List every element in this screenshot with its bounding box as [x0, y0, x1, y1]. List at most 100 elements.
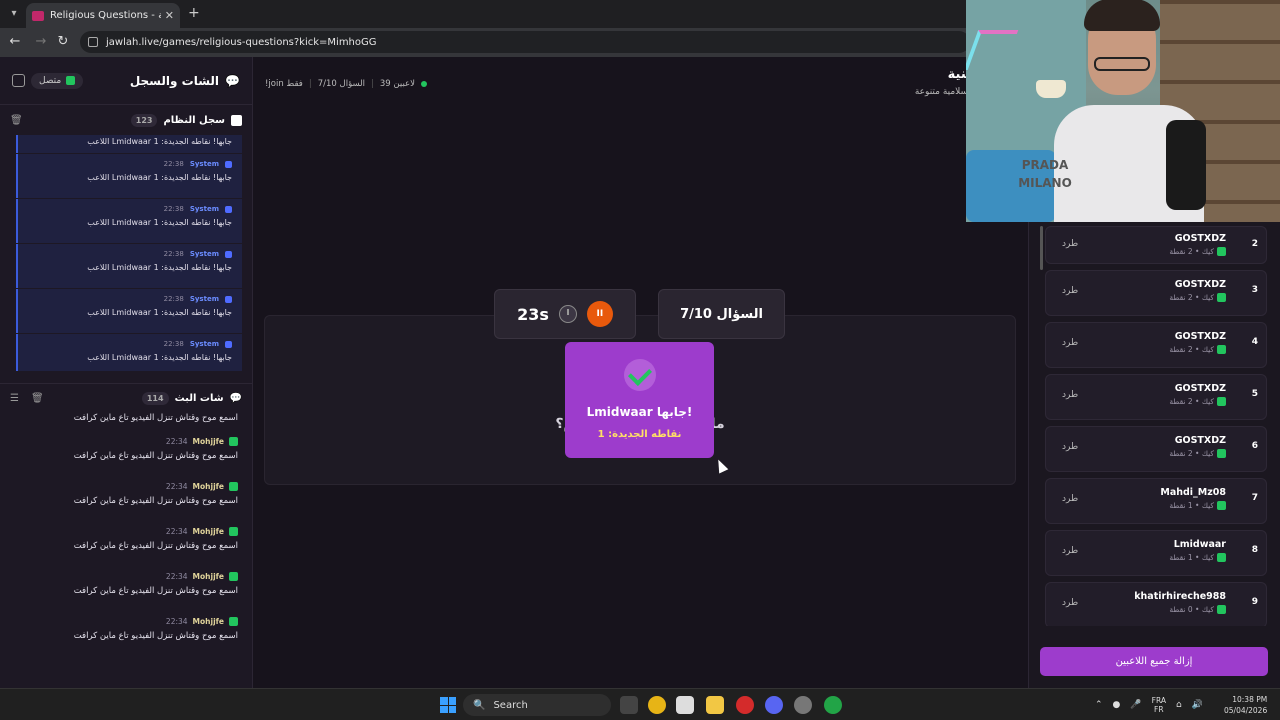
kick-player-button[interactable]: طرد [1062, 338, 1078, 348]
system-log-item: اللاعب Lmidwaar جابها! نقاطه الجديدة: 1 [16, 135, 242, 153]
log-time: 22:38 [163, 340, 184, 348]
forward-arrow-icon[interactable]: → [32, 34, 50, 49]
chat-message: 22:34 Mohjjfe اسمع موح وقتاش تنزل الفيديو… [20, 520, 238, 565]
system-log-text: اللاعب Lmidwaar جابها! نقاطه الجديدة: 1 [87, 308, 232, 317]
site-info-icon[interactable] [88, 37, 98, 47]
player-meta: كيك • 2 نقطة [1169, 345, 1226, 354]
kick-logo-icon [229, 572, 238, 581]
chat-username[interactable]: Mohjjfe [193, 527, 224, 536]
player-rank: 5 [1251, 389, 1258, 399]
player-name: GOSTXDZ [1174, 435, 1226, 446]
url-text: jawlah.live/games/religious-questions?ki… [106, 36, 377, 48]
stream-chat-title-text: شات البث [174, 393, 224, 404]
kick-player-button[interactable]: طرد [1062, 286, 1078, 296]
settings-gear-icon[interactable] [794, 696, 812, 714]
chat-username[interactable]: Mohjjfe [193, 482, 224, 491]
chat-username[interactable]: Mohjjfe [193, 572, 224, 581]
clear-chat-trash-icon[interactable]: 🗑 [31, 393, 44, 404]
chat-username[interactable]: Mohjjfe [193, 617, 224, 626]
chat-message: 22:34 Mohjjfe اسمع موح وقتاش تنزل الفيديو… [20, 430, 238, 475]
chat-message: 22:34 Mohjjfe اسمع موح وقتاش تنزل الفيديو… [20, 565, 238, 610]
system-icon [225, 250, 232, 258]
system-icon [225, 160, 232, 168]
kick-player-button[interactable]: طرد [1062, 442, 1078, 452]
players-count: 39 لاعبين [379, 79, 415, 89]
player-points: كيك • 2 نقطة [1169, 345, 1214, 354]
sidebar-title: الشات والسجل 💬 [130, 74, 240, 88]
align-icon[interactable]: ☰ [10, 393, 19, 404]
taskbar-search[interactable]: 🔍 Search [463, 694, 611, 716]
kick-player-button[interactable]: طرد [1062, 546, 1078, 556]
player-points: كيك • 2 نقطة [1169, 247, 1214, 256]
task-view-icon[interactable] [620, 696, 638, 714]
kick-player-button[interactable]: طرد [1062, 390, 1078, 400]
network-icon[interactable]: ⌂ [1176, 700, 1182, 710]
tab-search-icon[interactable]: ▾ [6, 6, 22, 22]
stream-chat-list[interactable]: اسمع موح وقتاش تنزل الفيديو تاع ماين كرا… [0, 413, 252, 668]
windows-start-icon[interactable] [440, 697, 456, 713]
player-points: كيك • 1 نقطة [1169, 553, 1214, 562]
player-points: كيك • 2 نقطة [1169, 397, 1214, 406]
log-sender: System [189, 340, 219, 348]
tray-app-icon[interactable]: ● [1113, 700, 1121, 710]
collapse-sidebar-icon[interactable] [12, 74, 25, 87]
kick-player-button[interactable]: طرد [1062, 239, 1078, 249]
timer-value: 23s [517, 304, 549, 324]
volume-icon[interactable]: 🔊 [1192, 700, 1203, 710]
timer-panel: 23s II [494, 289, 636, 339]
streamer-hair [1084, 0, 1160, 31]
player-meta: كيك • 0 نقطة [1169, 605, 1226, 614]
system-log-list[interactable]: اللاعب Lmidwaar جابها! نقاطه الجديدة: 1 … [0, 135, 252, 371]
system-log-text: اللاعب Lmidwaar جابها! نقاطه الجديدة: 1 [87, 353, 232, 362]
back-arrow-icon[interactable]: ← [6, 34, 24, 49]
player-rank: 2 [1251, 239, 1258, 249]
remove-all-players-button[interactable]: إزالة جميع اللاعبين [1040, 647, 1268, 676]
kick-logo-icon [229, 437, 238, 446]
kick-player-button[interactable]: طرد [1062, 598, 1078, 608]
system-log-text: اللاعب Lmidwaar جابها! نقاطه الجديدة: 1 [87, 173, 232, 182]
opera-icon[interactable] [736, 696, 754, 714]
discord-icon[interactable] [765, 696, 783, 714]
snipping-tool-icon[interactable] [676, 696, 694, 714]
player-name: khatirhireche988 [1134, 591, 1226, 602]
chat-bubble-icon: 💬 [229, 393, 242, 404]
system-log-text: اللاعب Lmidwaar جابها! نقاطه الجديدة: 1 [87, 137, 232, 146]
tray-chevron-icon[interactable]: ⌃ [1095, 700, 1103, 710]
system-log-header: 🗑 123 سجل النظام [0, 105, 252, 135]
log-time: 22:38 [163, 250, 184, 258]
tab-close-icon[interactable]: ✕ [165, 9, 174, 22]
taskbar-clock[interactable]: 10:38 PM 05/04/2026 [1224, 694, 1267, 716]
player-row: طرد Lmidwaar كيك • 1 نقطة 8 [1045, 530, 1267, 576]
chat-username[interactable]: Mohjjfe [193, 437, 224, 446]
chrome-active-icon[interactable] [824, 696, 842, 714]
game-info-row: !join فقط | السؤال 7/10 | 39 لاعبين [265, 79, 427, 89]
browser-tab[interactable]: Religious Questions - أسئلة دينية ✕ [26, 3, 180, 28]
input-language[interactable]: FRA FR [1152, 696, 1166, 714]
file-explorer-icon[interactable] [706, 696, 724, 714]
player-name: GOSTXDZ [1174, 383, 1226, 394]
pause-button[interactable]: II [586, 301, 613, 327]
log-time: 22:38 [163, 160, 184, 168]
player-name: Lmidwaar [1173, 539, 1226, 550]
chat-text: اسمع موح وقتاش تنزل الفيديو تاع ماين كرا… [73, 631, 238, 641]
players-list[interactable]: طرد GOSTXDZ كيك • 2 نقطة 2 طرد GOSTXDZ ك… [1045, 226, 1267, 626]
chrome-icon[interactable] [648, 696, 666, 714]
kick-player-button[interactable]: طرد [1062, 494, 1078, 504]
sidebar-title-text: الشات والسجل [129, 73, 220, 88]
new-tab-icon[interactable]: + [188, 5, 200, 21]
kick-logo-icon [229, 482, 238, 491]
system-tray: ⌃ ● 🎤 FRA FR ⌂ 🔊 [1095, 689, 1203, 720]
url-field[interactable]: jawlah.live/games/religious-questions?ki… [80, 31, 970, 53]
tray-mic-icon[interactable]: 🎤 [1130, 700, 1141, 710]
reload-icon[interactable]: ↻ [54, 34, 72, 49]
check-icon [624, 359, 656, 391]
kick-logo-icon [1217, 501, 1226, 510]
kick-logo-icon [229, 527, 238, 536]
clear-log-trash-icon[interactable]: 🗑 [10, 115, 23, 126]
chat-time: 22:34 [165, 527, 188, 536]
log-time: 22:38 [163, 205, 184, 213]
player-row: طرد khatirhireche988 كيك • 0 نقطة 9 [1045, 582, 1267, 626]
players-scrollbar[interactable] [1040, 226, 1043, 270]
connection-status-badge: متصل [31, 72, 84, 89]
stream-chat-count: 114 [141, 392, 169, 405]
